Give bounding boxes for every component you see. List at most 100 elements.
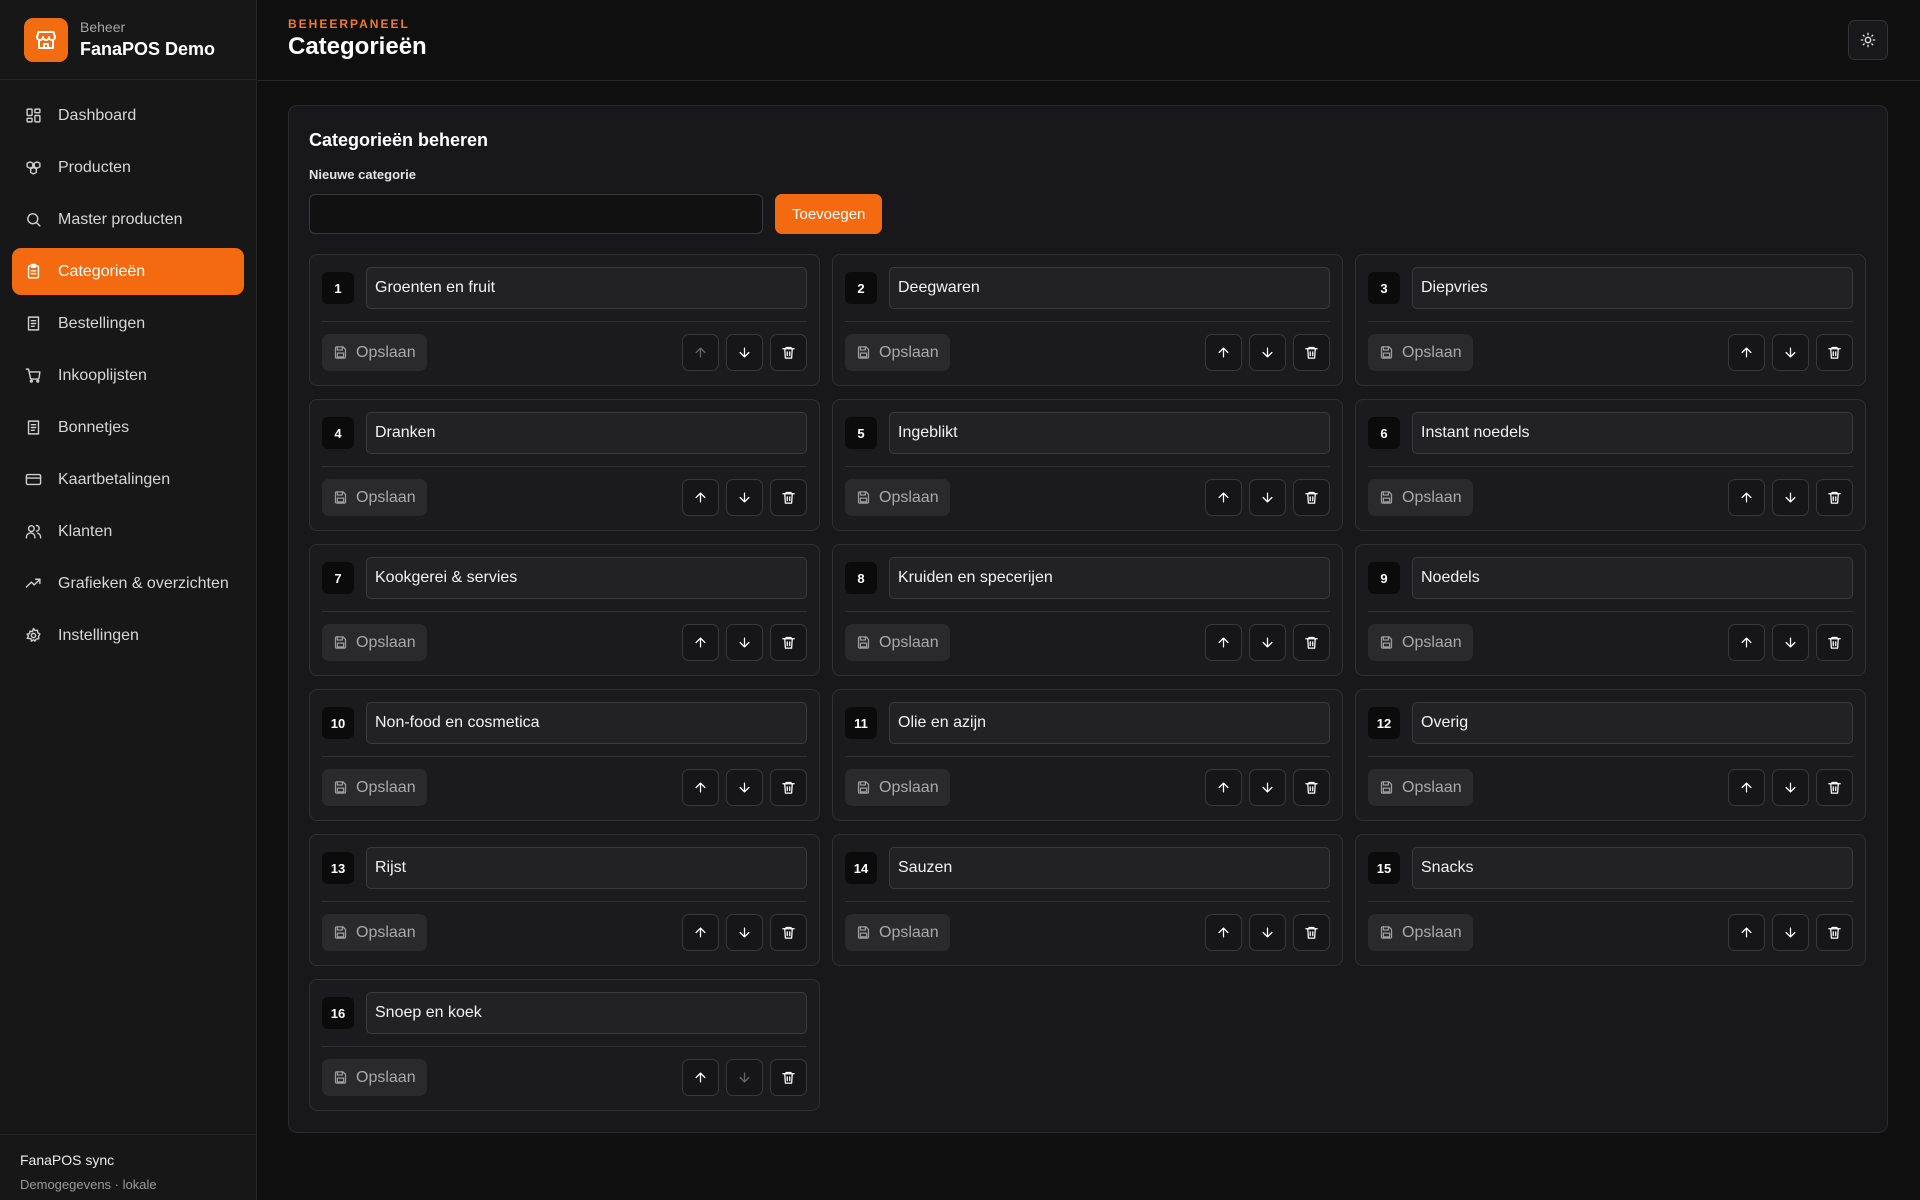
move-down-button[interactable] — [1772, 334, 1809, 371]
sidebar-item-kaartbetalingen[interactable]: Kaartbetalingen — [12, 456, 244, 503]
move-up-button[interactable] — [1205, 914, 1242, 951]
trash-icon — [1304, 925, 1319, 940]
sidebar: Beheer FanaPOS Demo Dashboard Producten Ma… — [0, 0, 257, 1200]
arrow-down-icon — [1783, 490, 1798, 505]
save-category-button[interactable]: Opslaan — [322, 334, 427, 371]
delete-category-button[interactable] — [770, 624, 807, 661]
category-name-input[interactable] — [366, 702, 807, 744]
save-category-button[interactable]: Opslaan — [322, 914, 427, 951]
save-category-button[interactable]: Opslaan — [845, 479, 950, 516]
sidebar-item-inkooplijsten[interactable]: Inkooplijsten — [12, 352, 244, 399]
category-name-input[interactable] — [1412, 557, 1853, 599]
move-down-button[interactable] — [726, 769, 763, 806]
move-up-button[interactable] — [682, 769, 719, 806]
save-label: Opslaan — [1402, 633, 1462, 651]
category-name-input[interactable] — [366, 557, 807, 599]
save-category-button[interactable]: Opslaan — [845, 769, 950, 806]
move-down-button[interactable] — [726, 914, 763, 951]
sidebar-item-bonnetjes[interactable]: Bonnetjes — [12, 404, 244, 451]
move-up-button[interactable] — [1205, 479, 1242, 516]
move-up-button[interactable] — [682, 914, 719, 951]
move-up-button[interactable] — [682, 1059, 719, 1096]
delete-category-button[interactable] — [1816, 479, 1853, 516]
sidebar-item-klanten[interactable]: Klanten — [12, 508, 244, 555]
category-name-input[interactable] — [366, 412, 807, 454]
move-down-button[interactable] — [726, 479, 763, 516]
sidebar-item-instellingen[interactable]: Instellingen — [12, 612, 244, 659]
save-category-button[interactable]: Opslaan — [845, 624, 950, 661]
delete-category-button[interactable] — [1816, 624, 1853, 661]
move-up-button[interactable] — [1205, 624, 1242, 661]
move-up-button[interactable] — [1205, 769, 1242, 806]
save-category-button[interactable]: Opslaan — [322, 1059, 427, 1096]
save-category-button[interactable]: Opslaan — [1368, 334, 1473, 371]
move-down-button[interactable] — [1772, 624, 1809, 661]
sidebar-item-master-producten[interactable]: Master producten — [12, 196, 244, 243]
delete-category-button[interactable] — [1293, 479, 1330, 516]
move-down-button[interactable] — [1249, 624, 1286, 661]
sidebar-item-bestellingen[interactable]: Bestellingen — [12, 300, 244, 347]
sidebar-item-producten[interactable]: Producten — [12, 144, 244, 191]
move-down-button[interactable] — [1249, 479, 1286, 516]
category-name-input[interactable] — [889, 702, 1330, 744]
move-up-button[interactable] — [1728, 769, 1765, 806]
delete-category-button[interactable] — [1816, 334, 1853, 371]
save-category-button[interactable]: Opslaan — [1368, 914, 1473, 951]
save-category-button[interactable]: Opslaan — [1368, 624, 1473, 661]
category-name-input[interactable] — [889, 847, 1330, 889]
delete-category-button[interactable] — [770, 1059, 807, 1096]
move-up-button[interactable] — [1728, 914, 1765, 951]
category-name-input[interactable] — [1412, 267, 1853, 309]
category-name-input[interactable] — [889, 412, 1330, 454]
add-category-button[interactable]: Toevoegen — [775, 194, 883, 234]
delete-category-button[interactable] — [1293, 769, 1330, 806]
category-name-input[interactable] — [1412, 412, 1853, 454]
save-category-button[interactable]: Opslaan — [322, 624, 427, 661]
delete-category-button[interactable] — [770, 479, 807, 516]
move-up-button[interactable] — [682, 334, 719, 371]
category-name-input[interactable] — [1412, 702, 1853, 744]
category-name-input[interactable] — [889, 557, 1330, 599]
delete-category-button[interactable] — [1293, 334, 1330, 371]
save-category-button[interactable]: Opslaan — [845, 334, 950, 371]
move-down-button[interactable] — [1772, 769, 1809, 806]
sidebar-item-grafieken-overzichten[interactable]: Grafieken & overzichten — [12, 560, 244, 607]
category-name-input[interactable] — [889, 267, 1330, 309]
move-up-button[interactable] — [1728, 624, 1765, 661]
move-down-button[interactable] — [726, 1059, 763, 1096]
delete-category-button[interactable] — [1293, 624, 1330, 661]
delete-category-button[interactable] — [770, 914, 807, 951]
category-name-input[interactable] — [366, 992, 807, 1034]
move-up-button[interactable] — [682, 624, 719, 661]
sidebar-item-categorieen[interactable]: Categorieën — [12, 248, 244, 295]
move-down-button[interactable] — [1249, 334, 1286, 371]
save-category-button[interactable]: Opslaan — [1368, 769, 1473, 806]
move-down-button[interactable] — [726, 624, 763, 661]
category-name-input[interactable] — [366, 267, 807, 309]
move-down-button[interactable] — [1249, 769, 1286, 806]
category-name-input[interactable] — [1412, 847, 1853, 889]
delete-category-button[interactable] — [770, 334, 807, 371]
category-name-input[interactable] — [366, 847, 807, 889]
move-down-button[interactable] — [1772, 479, 1809, 516]
move-down-button[interactable] — [726, 334, 763, 371]
save-category-button[interactable]: Opslaan — [322, 479, 427, 516]
delete-category-button[interactable] — [770, 769, 807, 806]
new-category-input[interactable] — [309, 194, 763, 234]
move-up-button[interactable] — [1728, 479, 1765, 516]
move-up-button[interactable] — [1205, 334, 1242, 371]
save-category-button[interactable]: Opslaan — [1368, 479, 1473, 516]
card-divider — [1368, 466, 1853, 467]
save-category-button[interactable]: Opslaan — [845, 914, 950, 951]
save-category-button[interactable]: Opslaan — [322, 769, 427, 806]
move-up-button[interactable] — [1728, 334, 1765, 371]
theme-toggle-button[interactable] — [1848, 20, 1888, 60]
move-down-button[interactable] — [1772, 914, 1809, 951]
delete-category-button[interactable] — [1816, 914, 1853, 951]
delete-category-button[interactable] — [1293, 914, 1330, 951]
move-up-button[interactable] — [682, 479, 719, 516]
save-icon — [856, 635, 871, 650]
sidebar-item-dashboard[interactable]: Dashboard — [12, 92, 244, 139]
delete-category-button[interactable] — [1816, 769, 1853, 806]
move-down-button[interactable] — [1249, 914, 1286, 951]
